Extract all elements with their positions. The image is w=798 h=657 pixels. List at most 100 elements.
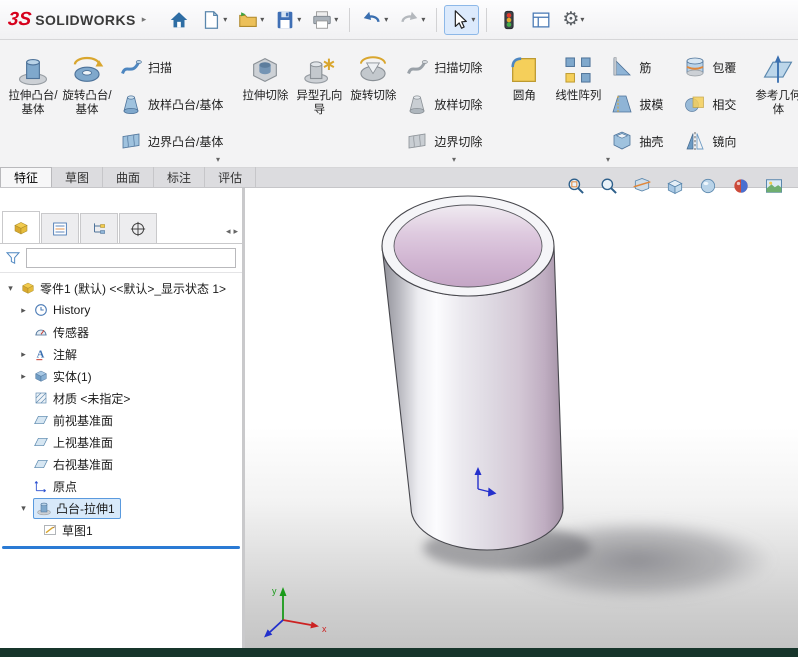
- dropdown-caret[interactable]: ▾: [334, 15, 338, 24]
- tree-item-sketch1[interactable]: 草图1: [2, 519, 240, 541]
- cut-group-flyout-caret[interactable]: ▾: [452, 155, 456, 164]
- intersect-button[interactable]: 相交: [678, 87, 741, 121]
- fillet-button[interactable]: 圆角: [497, 46, 551, 107]
- boss-group-flyout-caret[interactable]: ▾: [216, 155, 220, 164]
- features-group-flyout-caret[interactable]: ▾: [606, 155, 610, 164]
- view-orientation-button[interactable]: [663, 174, 687, 198]
- dimxpert-target-icon: [129, 220, 147, 238]
- lofted-boss-button[interactable]: 放样凸台/基体: [114, 87, 228, 121]
- tree-item-history[interactable]: ▸ History: [2, 299, 240, 321]
- tree-item-right-plane[interactable]: 右视基准面: [2, 453, 240, 475]
- select-cursor-icon: [448, 9, 470, 31]
- shell-button[interactable]: 抽壳: [605, 124, 668, 158]
- tab-annotations[interactable]: 标注: [154, 167, 205, 187]
- ribbon-group-boss-base: 拉伸凸台/基体 旋转凸台/基体 扫描 放样凸台/基体 边界凸台/基体: [6, 46, 228, 158]
- dropdown-caret[interactable]: ▾: [580, 15, 584, 24]
- wrap-button[interactable]: 包覆: [678, 50, 741, 84]
- configuration-manager-tab[interactable]: [80, 213, 118, 243]
- revolved-boss-button[interactable]: 旋转凸台/基体: [60, 46, 114, 121]
- tab-surfaces[interactable]: 曲面: [103, 167, 154, 187]
- expander-icon[interactable]: ▸: [18, 305, 29, 316]
- tree-item-front-plane[interactable]: 前视基准面: [2, 409, 240, 431]
- dropdown-caret[interactable]: ▾: [384, 15, 388, 24]
- expander-icon[interactable]: ▾: [18, 503, 29, 514]
- button-label: 扫描: [148, 59, 172, 76]
- hole-wizard-icon: [302, 53, 336, 87]
- dropdown-caret[interactable]: ▾: [223, 15, 227, 24]
- home-button[interactable]: [164, 5, 194, 35]
- edit-appearance-button[interactable]: [729, 174, 753, 198]
- revolved-cut-button[interactable]: 旋转切除: [346, 46, 400, 107]
- task-pane-button[interactable]: [526, 5, 556, 35]
- mirror-button[interactable]: 镜向: [678, 124, 741, 158]
- tree-item-origin[interactable]: 原点: [2, 475, 240, 497]
- tree-filter-input[interactable]: [26, 248, 236, 268]
- panel-tab-scroll-right[interactable]: ▸: [233, 226, 238, 237]
- tree-item-boss-extrude1[interactable]: ▾ 凸台-拉伸1: [2, 497, 240, 519]
- tree-item-label: 前视基准面: [53, 412, 113, 429]
- extruded-boss-button[interactable]: 拉伸凸台/基体: [6, 46, 60, 121]
- rebuild-traffic-light-button[interactable]: [494, 5, 524, 35]
- dimxpert-manager-tab[interactable]: [119, 213, 157, 243]
- undo-button[interactable]: ▾: [357, 5, 392, 35]
- dropdown-caret[interactable]: ▾: [297, 15, 301, 24]
- hole-wizard-button[interactable]: 异型孔向导: [292, 46, 346, 121]
- rib-button[interactable]: 筋: [605, 50, 668, 84]
- panel-tab-scroll-left[interactable]: ◂: [226, 226, 231, 237]
- tree-item-annotations[interactable]: ▸ 注解: [2, 343, 240, 365]
- tree-item-material[interactable]: 材质 <未指定>: [2, 387, 240, 409]
- expander-icon[interactable]: ▸: [18, 349, 29, 360]
- tree-item-solid-bodies[interactable]: ▸ 实体(1): [2, 365, 240, 387]
- reference-geometry-icon: [761, 53, 795, 87]
- tab-features[interactable]: 特征: [0, 167, 52, 187]
- feature-manager-tab[interactable]: [2, 211, 40, 243]
- zoom-to-fit-button[interactable]: [564, 174, 588, 198]
- tree-root-item[interactable]: ▾ 零件1 (默认) <<默认>_显示状态 1>: [2, 277, 240, 299]
- select-tool-button[interactable]: ▾: [444, 5, 479, 35]
- property-manager-tab[interactable]: [41, 213, 79, 243]
- tree-item-label: 传感器: [53, 324, 89, 341]
- boundary-cut-button[interactable]: 边界切除: [400, 124, 487, 158]
- brand-flyout-arrow[interactable]: ▸: [142, 14, 147, 25]
- open-button[interactable]: ▾: [233, 5, 268, 35]
- swept-cut-icon: [405, 55, 429, 79]
- linear-pattern-button[interactable]: 线性阵列: [551, 46, 605, 107]
- new-document-button[interactable]: ▾: [196, 5, 231, 35]
- section-view-button[interactable]: [630, 174, 654, 198]
- display-style-icon: [698, 176, 718, 196]
- tree-item-sensors[interactable]: 传感器: [2, 321, 240, 343]
- reference-geometry-button[interactable]: 参考几何体: [751, 46, 798, 121]
- lofted-cut-button[interactable]: 放样切除: [400, 87, 487, 121]
- boundary-boss-button[interactable]: 边界凸台/基体: [114, 124, 228, 158]
- selected-item-highlight[interactable]: 凸台-拉伸1: [33, 498, 121, 519]
- origin-icon: [33, 478, 49, 494]
- display-style-button[interactable]: [696, 174, 720, 198]
- reference-triad: y x: [264, 586, 327, 638]
- tree-item-top-plane[interactable]: 上视基准面: [2, 431, 240, 453]
- rollback-bar[interactable]: [2, 546, 240, 549]
- dropdown-caret[interactable]: ▾: [421, 15, 425, 24]
- sketch-icon: [42, 522, 58, 538]
- expander-icon[interactable]: ▾: [5, 283, 16, 294]
- expander-icon[interactable]: ▸: [18, 371, 29, 382]
- options-button[interactable]: ⚙▾: [558, 5, 588, 35]
- swept-cut-button[interactable]: 扫描切除: [400, 50, 487, 84]
- dropdown-caret[interactable]: ▾: [260, 15, 264, 24]
- print-button[interactable]: ▾: [307, 5, 342, 35]
- cylinder-inner-face[interactable]: [394, 205, 542, 287]
- solidworks-logo: 3S SOLIDWORKS ▸: [8, 9, 146, 31]
- filter-funnel-icon[interactable]: [4, 249, 22, 267]
- swept-boss-button[interactable]: 扫描: [114, 50, 228, 84]
- apply-scene-button[interactable]: [762, 174, 786, 198]
- save-button[interactable]: ▾: [270, 5, 305, 35]
- edit-appearance-icon: [731, 176, 751, 196]
- extruded-cut-button[interactable]: 拉伸切除: [238, 46, 292, 107]
- tab-label: 草图: [65, 169, 89, 186]
- tab-evaluate[interactable]: 评估: [205, 167, 256, 187]
- tab-sketch[interactable]: 草图: [52, 167, 103, 187]
- zoom-to-area-button[interactable]: [597, 174, 621, 198]
- dropdown-caret[interactable]: ▾: [471, 15, 475, 24]
- graphics-area[interactable]: y x: [245, 188, 798, 648]
- draft-button[interactable]: 拔模: [605, 87, 668, 121]
- redo-button[interactable]: ▾: [394, 5, 429, 35]
